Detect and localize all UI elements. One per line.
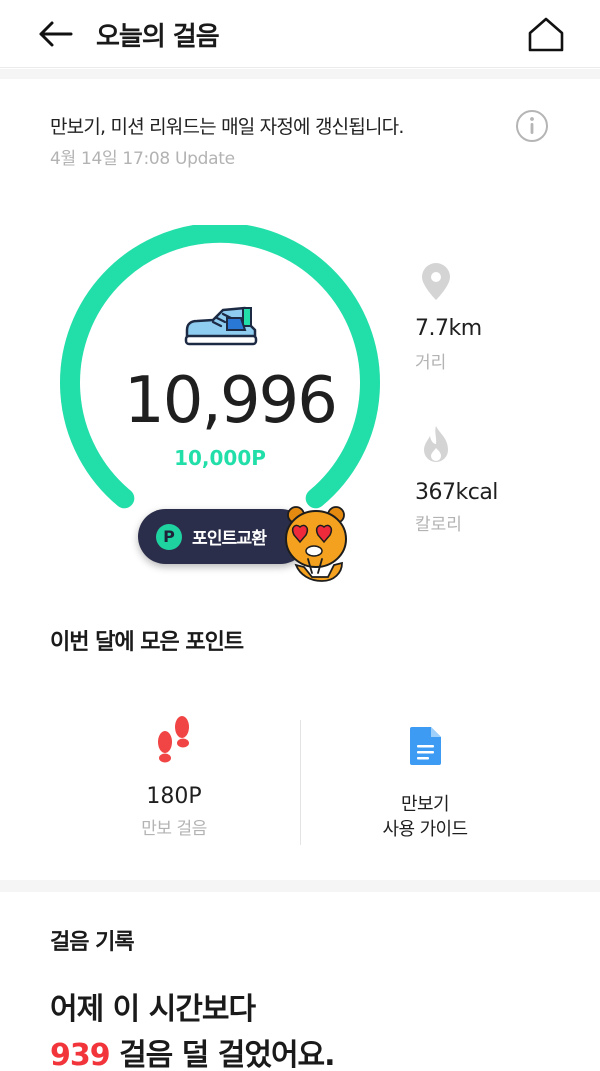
history-compare-rest: 걸음 덜 걸었어요.	[109, 1038, 335, 1071]
step-count: 10,996	[124, 364, 338, 438]
home-button[interactable]	[524, 14, 568, 54]
distance-label: 거리	[415, 353, 447, 373]
distance-value: 7.7km	[415, 316, 482, 341]
guide-label-line2: 사용 가이드	[382, 819, 469, 840]
history-compare-line1: 어제 이 시간보다	[50, 992, 256, 1027]
footprints-icon	[158, 716, 189, 763]
calories-value: 367kcal	[415, 480, 498, 505]
point-badge-icon: P	[156, 524, 182, 550]
card-divider	[300, 720, 301, 845]
arrow-left-icon	[39, 21, 73, 47]
lion-mascot-icon	[285, 506, 347, 582]
monthly-points-title: 이번 달에 모은 포인트	[50, 630, 244, 655]
section-divider	[0, 69, 600, 79]
section-divider	[0, 880, 600, 892]
step-points-label: 만보 걸음	[141, 819, 207, 839]
document-icon	[410, 727, 441, 765]
walk-history-title: 걸음 기록	[50, 930, 135, 955]
info-icon[interactable]	[515, 109, 549, 143]
home-icon	[528, 17, 564, 52]
step-points-value: 180P	[146, 784, 202, 809]
calories-label: 칼로리	[415, 515, 462, 535]
location-pin-icon	[422, 263, 450, 300]
guide-label-line1: 만보기	[401, 794, 449, 815]
step-difference: 939	[50, 1038, 111, 1071]
flame-icon	[424, 426, 448, 462]
top-bar: 오늘의 걸음	[0, 0, 600, 68]
update-time: 4월 14일 17:08 Update	[50, 149, 235, 169]
reset-notice: 만보기, 미션 리워드는 매일 자정에 갱신됩니다.	[50, 116, 404, 138]
sneaker-icon	[184, 306, 258, 346]
page-title: 오늘의 걸음	[96, 22, 220, 52]
step-points-card[interactable]: 180P 만보 걸음	[100, 702, 300, 847]
earned-points: 10,000P	[174, 446, 266, 470]
back-button[interactable]	[34, 14, 76, 54]
history-compare-line2: 939 걸음 덜 걸었어요.	[50, 1030, 336, 1071]
pedometer-guide-card[interactable]: 만보기 사용 가이드	[325, 702, 525, 847]
point-exchange-label: 포인트교환	[192, 529, 267, 549]
